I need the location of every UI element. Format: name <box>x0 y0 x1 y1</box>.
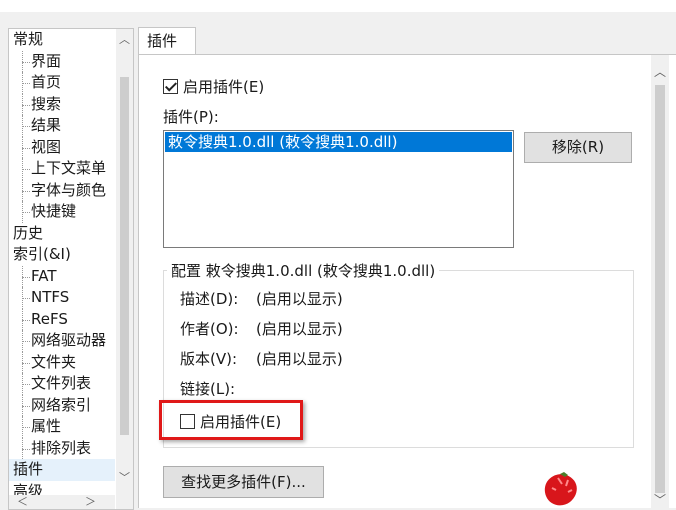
tree-item[interactable]: 排除列表 <box>9 437 115 460</box>
scroll-up-icon[interactable]: ︿ <box>651 63 669 80</box>
tree-item[interactable]: 索引(&I) <box>9 244 115 266</box>
plugins-list-label: 插件(P): <box>163 108 219 126</box>
tab-label: 插件 <box>147 32 178 50</box>
tree-scroll-thumb[interactable] <box>120 77 129 435</box>
highlight-annotation <box>159 400 303 440</box>
author-value: (启用以显示) <box>256 320 343 338</box>
tree-item[interactable]: 字体与颜色 <box>9 179 115 202</box>
tree-item[interactable]: 历史 <box>9 223 115 245</box>
settings-tree[interactable]: 常规 界面 首页 搜索 结果 视图 上下文菜单 字体与颜色 快捷键 历史 索引(&I) FAT NTFS… <box>8 28 134 510</box>
tree-item[interactable]: 搜索 <box>9 93 115 116</box>
tree-item[interactable]: 网络索引 <box>9 394 115 417</box>
group-title: 配置 敕令搜典1.0.dll (敕令搜典1.0.dll) <box>167 260 440 281</box>
description-value: (启用以显示) <box>256 290 343 308</box>
checkbox-checked-icon[interactable] <box>163 79 178 94</box>
tree-item[interactable]: 界面 <box>9 50 115 73</box>
version-label: 版本(V): <box>180 350 238 368</box>
panel-vertical-scrollbar[interactable]: ︿ ﹀ <box>651 55 669 508</box>
panel-scroll-thumb[interactable] <box>655 85 665 493</box>
tree-item[interactable]: ReFS <box>9 308 115 331</box>
tree-item[interactable]: 属性 <box>9 416 115 438</box>
author-label: 作者(O): <box>180 320 239 338</box>
tree-item[interactable]: 视图 <box>9 136 115 159</box>
scroll-up-icon[interactable]: ︿ <box>116 31 133 48</box>
tree-item[interactable]: 首页 <box>9 72 115 94</box>
scroll-down-icon[interactable]: ﹀ <box>116 469 133 486</box>
description-label: 描述(D): <box>180 290 239 308</box>
scroll-left-icon[interactable]: ＜ <box>17 493 28 509</box>
tree-item[interactable]: 常规 <box>9 29 115 51</box>
version-value: (启用以显示) <box>256 350 343 368</box>
plugin-list-item[interactable]: 敕令搜典1.0.dll (敕令搜典1.0.dll) <box>165 132 512 152</box>
tree-horizontal-scrollbar[interactable]: ＜ ＞ <box>9 495 115 509</box>
tree-item[interactable]: NTFS <box>9 287 115 309</box>
enable-plugins-checkbox[interactable]: 启用插件(E) <box>163 76 264 97</box>
tree-item[interactable]: 文件夹 <box>9 351 115 374</box>
tree-items: 常规 界面 首页 搜索 结果 视图 上下文菜单 字体与颜色 快捷键 历史 索引(&I) FAT NTFS… <box>9 29 115 502</box>
tree-vertical-scrollbar[interactable]: ︿ ﹀ <box>116 29 133 509</box>
window-top-strip <box>0 0 676 12</box>
scroll-down-icon[interactable]: ﹀ <box>651 491 669 508</box>
remove-button[interactable]: 移除(R) <box>524 132 632 163</box>
link-label: 链接(L): <box>180 380 236 398</box>
strawberry-icon <box>544 472 577 506</box>
find-more-plugins-button[interactable]: 查找更多插件(F)... <box>163 466 324 498</box>
tree-item[interactable]: 上下文菜单 <box>9 158 115 180</box>
enable-plugins-label: 启用插件(E) <box>183 78 265 96</box>
tree-item[interactable]: 结果 <box>9 115 115 137</box>
tree-item[interactable]: 快捷键 <box>9 201 115 223</box>
tree-item[interactable]: FAT <box>9 265 115 288</box>
tree-item[interactable]: 文件列表 <box>9 373 115 395</box>
plugins-listbox[interactable]: 敕令搜典1.0.dll (敕令搜典1.0.dll) <box>163 130 514 248</box>
tree-item[interactable]: 插件 <box>9 459 115 481</box>
tree-item[interactable]: 网络驱动器 <box>9 330 115 352</box>
tab-plugins[interactable]: 插件 <box>138 27 196 55</box>
scroll-right-icon[interactable]: ＞ <box>85 493 96 509</box>
